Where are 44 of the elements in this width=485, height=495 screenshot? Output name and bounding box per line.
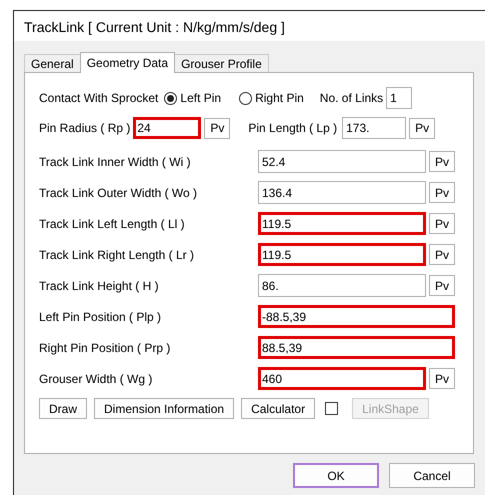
field-label: Track Link Inner Width ( Wi ) [39,154,192,168]
checkbox[interactable] [325,402,338,415]
pv-button[interactable]: Pv [429,182,455,203]
cancel-button[interactable]: Cancel [389,463,475,488]
value-field[interactable]: 136.4 [258,181,426,204]
pv-button[interactable]: Pv [204,118,230,138]
value-field[interactable]: 24 [133,117,202,139]
tab[interactable]: General [24,54,81,72]
field-label: Grouser Width ( Wg ) [39,372,154,386]
tab[interactable]: Grouser Profile [174,54,269,72]
radio-label[interactable]: Left Pin [180,91,222,105]
tab[interactable]: Geometry Data [80,52,176,73]
value-field[interactable]: 460 [258,367,426,390]
value-field[interactable]: 173. [342,117,406,139]
pv-button[interactable]: Pv [409,118,436,138]
pv-button[interactable]: Pv [429,213,455,234]
value-field[interactable]: 88.5,39 [258,336,455,359]
field-label: Contact With Sprocket [39,91,158,105]
links-field[interactable]: 1 [386,87,412,109]
action-button[interactable]: Dimension Information [94,398,234,419]
pv-button[interactable]: Pv [429,368,455,389]
field-label: Track Link Left Length ( Ll ) [39,216,186,230]
action-button[interactable]: Draw [39,398,88,419]
value-field[interactable]: -88.5,39 [258,305,455,328]
field-label: Pin Length ( Lp ) [248,121,338,135]
pv-button[interactable]: Pv [429,275,455,296]
field-label: Right Pin Position ( Prp ) [39,340,172,354]
value-field[interactable]: 119.5 [258,212,426,235]
action-button[interactable]: Calculator [241,398,316,419]
ok-button[interactable]: OK [293,463,379,488]
field-label: Track Link Right Length ( Lr ) [39,248,195,262]
pv-button[interactable]: Pv [429,244,455,265]
radio-label[interactable]: Right Pin [255,91,304,105]
pv-button[interactable]: Pv [429,151,455,172]
radio-button[interactable] [239,92,252,104]
field-label: Pin Radius ( Rp ) [39,121,130,135]
value-field[interactable]: 52.4 [258,150,426,173]
field-label: Track Link Outer Width ( Wo ) [39,186,198,200]
value-field[interactable]: 119.5 [258,243,426,266]
field-label: No. of Links [320,91,384,105]
field-label: Track Link Height ( H ) [39,278,160,292]
value-field[interactable]: 86. [258,274,426,297]
radio-button[interactable] [164,92,178,104]
field-label: Left Pin Position ( Plp ) [39,310,162,324]
